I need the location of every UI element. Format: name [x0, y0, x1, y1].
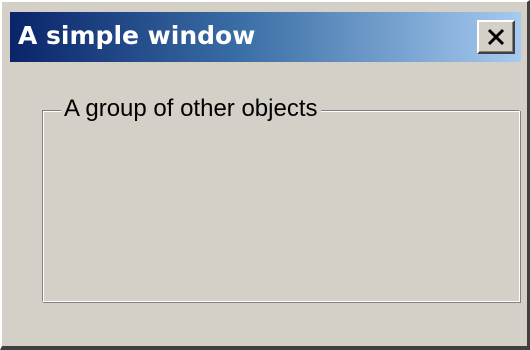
group-box-label: A group of other objects	[61, 94, 321, 124]
group-box: A group of other objects	[42, 94, 520, 302]
window-title: A simple window	[18, 21, 256, 50]
close-button[interactable]	[477, 20, 515, 54]
close-icon	[487, 28, 505, 46]
simple-window: A simple window A group of other objects	[0, 0, 530, 350]
title-bar[interactable]: A simple window	[10, 12, 521, 62]
